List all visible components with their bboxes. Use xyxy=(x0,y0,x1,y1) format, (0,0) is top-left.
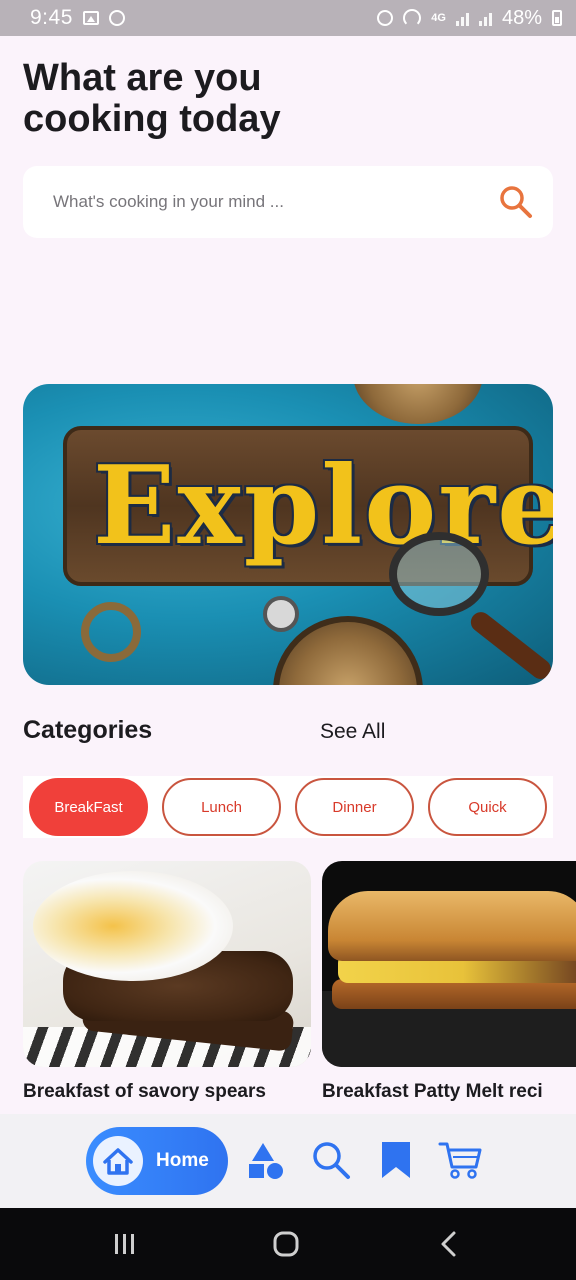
app-notification-icon xyxy=(135,10,151,26)
bread-top xyxy=(328,891,576,961)
status-time: 9:45 xyxy=(30,6,73,29)
page-title: What are you cooking today xyxy=(23,57,281,140)
home-system-icon[interactable] xyxy=(272,1230,300,1258)
magnifier-lens xyxy=(389,532,489,616)
see-all-link[interactable]: See All xyxy=(320,720,385,744)
search-input[interactable]: What's cooking in your mind ... xyxy=(23,166,553,238)
battery-level: 48% xyxy=(501,6,542,29)
cart-icon[interactable] xyxy=(438,1140,484,1180)
battery-icon xyxy=(552,10,562,26)
compass-decoration xyxy=(353,384,483,424)
chip-quick[interactable]: Quick xyxy=(428,778,547,836)
home-label: Home xyxy=(156,1150,209,1171)
hotspot-icon xyxy=(403,9,422,27)
chip-dinner[interactable]: Dinner xyxy=(295,778,414,836)
categories-icon[interactable] xyxy=(246,1140,286,1180)
bottom-nav: Home xyxy=(0,1114,576,1208)
status-bar: 9:45 4G 48% xyxy=(0,0,576,36)
alarm-icon xyxy=(377,10,394,26)
search-placeholder: What's cooking in your mind ... xyxy=(53,192,284,211)
recipe-list: Breakfast of savory spears Breakfast Pat… xyxy=(23,861,576,1111)
watch-decoration xyxy=(263,596,299,632)
alarm-notification-icon xyxy=(108,10,125,26)
gallery-notification-icon xyxy=(82,11,99,25)
recipe-name: Breakfast of savory spears xyxy=(23,1081,266,1102)
bookmark-icon[interactable] xyxy=(379,1140,413,1180)
search-nav-icon[interactable] xyxy=(311,1140,351,1180)
chip-lunch[interactable]: Lunch xyxy=(162,778,281,836)
magnifier-handle xyxy=(466,608,553,683)
system-nav-bar xyxy=(0,1208,576,1280)
categories-title: Categories xyxy=(23,716,153,744)
recipe-image xyxy=(23,861,311,1067)
signal-icon xyxy=(455,10,469,26)
signal-icon-2 xyxy=(478,10,492,26)
recent-apps-icon[interactable] xyxy=(112,1230,138,1258)
fried-egg xyxy=(33,871,233,981)
search-icon[interactable] xyxy=(499,185,533,219)
compass-decoration-2 xyxy=(273,616,423,685)
recipe-image xyxy=(322,861,576,1067)
chip-breakfast[interactable]: BreakFast xyxy=(29,778,148,836)
recipe-card[interactable]: Breakfast of savory spears xyxy=(23,861,311,1103)
recipe-card[interactable]: Breakfast Patty Melt reci xyxy=(322,861,576,1103)
bread-bottom xyxy=(332,979,576,1009)
category-chips: BreakFast Lunch Dinner Quick xyxy=(23,776,553,838)
recipe-name: Breakfast Patty Melt reci xyxy=(322,1081,543,1102)
gear-decoration xyxy=(81,602,141,662)
explore-banner[interactable]: Explore xyxy=(23,384,553,685)
network-type: 4G xyxy=(431,12,446,24)
nav-home-button[interactable]: Home xyxy=(86,1127,228,1195)
back-icon[interactable] xyxy=(436,1230,462,1258)
home-icon xyxy=(92,1135,144,1187)
